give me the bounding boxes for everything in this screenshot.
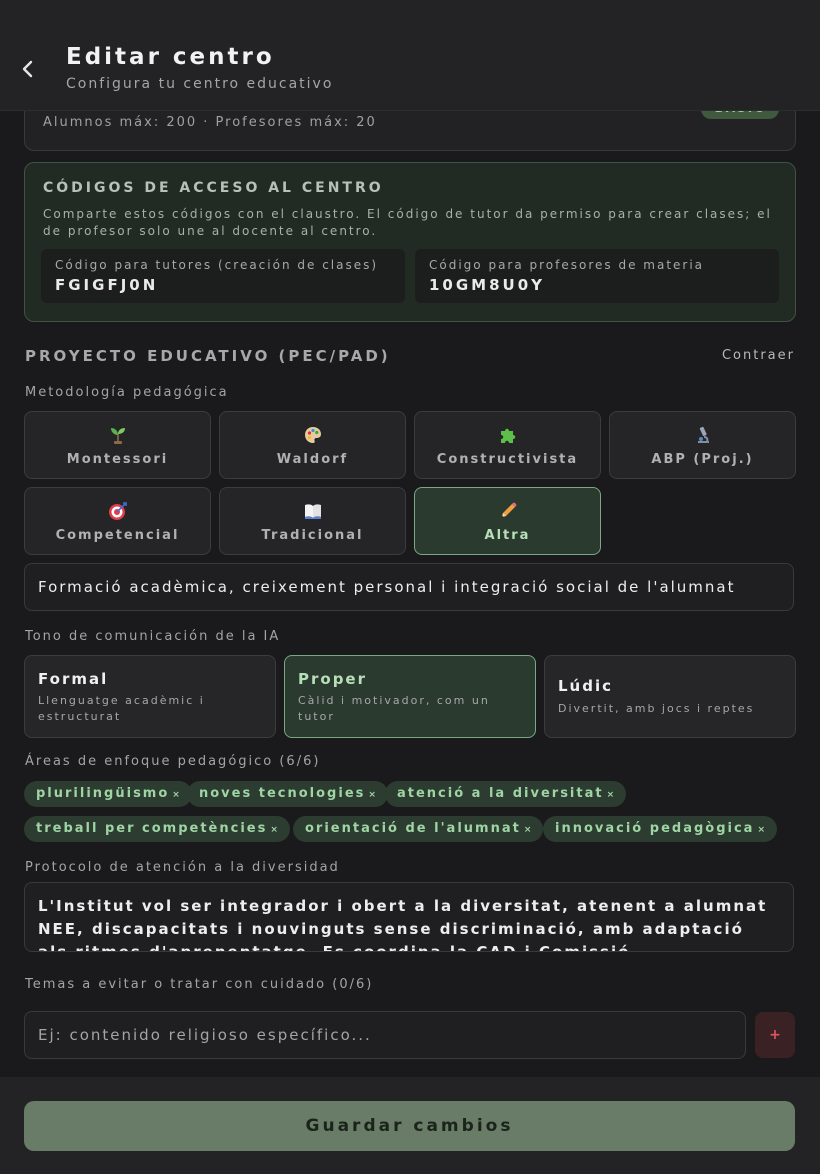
method-label: Altra — [484, 528, 531, 543]
close-icon[interactable]: × — [524, 825, 532, 835]
plan-limits: Alumnos máx: 200 · Profesores máx: 20 — [43, 115, 377, 130]
diversity-textarea[interactable]: L'Institut vol ser integrador i obert a … — [24, 882, 794, 952]
tone-name: Proper — [298, 670, 368, 688]
close-icon[interactable]: × — [270, 825, 278, 835]
method-montessori[interactable]: Montessori — [24, 411, 211, 479]
chip-label: atenció a la diversitat — [397, 786, 604, 801]
save-button[interactable]: Guardar cambios — [24, 1101, 795, 1151]
target-icon — [108, 502, 127, 520]
tone-ludic[interactable]: Lúdic Divertit, amb jocs i reptes — [544, 655, 796, 738]
area-chip[interactable]: innovació pedagògica × — [543, 816, 777, 842]
teacher-code-label: Código para profesores de materia — [429, 258, 705, 272]
chip-label: innovació pedagògica — [555, 821, 755, 836]
access-codes-card: CÓDIGOS DE ACCESO AL CENTRO Comparte est… — [24, 162, 796, 322]
project-section-title: PROYECTO EDUCATIVO (PEC/PAD) — [25, 347, 391, 365]
area-chip[interactable]: atenció a la diversitat × — [385, 781, 627, 807]
method-competencial[interactable]: Competencial — [24, 487, 211, 555]
chip-label: treball per competències — [36, 821, 268, 836]
tone-label: Tono de comunicación de la IA — [25, 629, 281, 644]
methodology-custom-input[interactable] — [24, 563, 794, 611]
tutor-code-label: Código para tutores (creación de clases) — [55, 258, 379, 272]
tone-name: Formal — [38, 670, 109, 688]
method-label: Constructivista — [436, 452, 579, 467]
area-chip[interactable]: noves tecnologies × — [187, 781, 388, 807]
area-chip[interactable]: plurilingüismo × — [24, 781, 192, 807]
method-waldorf[interactable]: Waldorf — [219, 411, 406, 479]
teacher-code-value[interactable]: 10GM8U0Y — [429, 276, 545, 294]
footer-bar: Guardar cambios — [0, 1077, 820, 1174]
tone-description: Divertit, amb jocs i reptes — [558, 702, 755, 715]
close-icon[interactable]: × — [757, 825, 765, 835]
close-icon[interactable]: × — [607, 790, 615, 800]
method-label: Waldorf — [276, 452, 349, 467]
area-chip[interactable]: orientació de l'alumnat × — [293, 816, 544, 842]
collapse-button[interactable]: Contraer — [722, 348, 795, 363]
puzzle-icon — [500, 428, 515, 443]
chip-label: plurilingüismo — [36, 786, 170, 801]
microscope-icon — [697, 426, 709, 443]
chevron-left-icon[interactable] — [18, 58, 38, 80]
close-icon[interactable]: × — [172, 790, 180, 800]
book-icon — [304, 504, 321, 519]
method-label: ABP (Proj.) — [651, 452, 754, 467]
methodology-label: Metodología pedagógica — [25, 385, 229, 400]
app-header: Editar centro Configura tu centro educat… — [0, 0, 820, 111]
diversity-label: Protocolo de atención a la diversidad — [25, 860, 340, 875]
tone-proper[interactable]: Proper Càlid i motivador, com un tutor — [284, 655, 536, 738]
add-topic-button[interactable]: + — [755, 1012, 795, 1058]
tone-description: Llenguatge acadèmic i estructurat — [38, 694, 205, 723]
method-label: Montessori — [66, 452, 169, 467]
pencil-icon — [501, 502, 516, 518]
method-altra[interactable]: Altra — [414, 487, 601, 555]
avoid-topic-input[interactable] — [24, 1011, 746, 1059]
areas-label: Áreas de enfoque pedagógico (6/6) — [25, 754, 321, 769]
tone-formal[interactable]: Formal Llenguatge acadèmic i estructurat — [24, 655, 276, 738]
method-label: Tradicional — [261, 528, 364, 543]
method-tradicional[interactable]: Tradicional — [219, 487, 406, 555]
method-label: Competencial — [55, 528, 180, 543]
close-icon[interactable]: × — [368, 790, 376, 800]
teacher-code-box[interactable]: Código para profesores de materia 10GM8U… — [415, 249, 779, 303]
page-title: Editar centro — [66, 44, 275, 70]
tone-name: Lúdic — [558, 677, 614, 695]
codes-description: Comparte estos códigos con el claustro. … — [43, 207, 772, 238]
tutor-code-box[interactable]: Código para tutores (creación de clases)… — [41, 249, 405, 303]
page-subtitle: Configura tu centro educativo — [66, 76, 334, 92]
chip-label: orientació de l'alumnat — [305, 821, 521, 836]
tutor-code-value[interactable]: FGIGFJ0N — [55, 276, 158, 294]
palette-icon — [304, 427, 321, 443]
method-constructivista[interactable]: Constructivista — [414, 411, 601, 479]
avoid-label: Temas a evitar o tratar con cuidado (0/6… — [25, 977, 374, 992]
area-chip[interactable]: treball per competències × — [24, 816, 290, 842]
codes-title: CÓDIGOS DE ACCESO AL CENTRO — [43, 180, 384, 196]
method-abp[interactable]: ABP (Proj.) — [609, 411, 796, 479]
tone-description: Càlid i motivador, com un tutor — [298, 694, 490, 723]
seedling-icon — [110, 428, 125, 444]
chip-label: noves tecnologies — [199, 786, 366, 801]
